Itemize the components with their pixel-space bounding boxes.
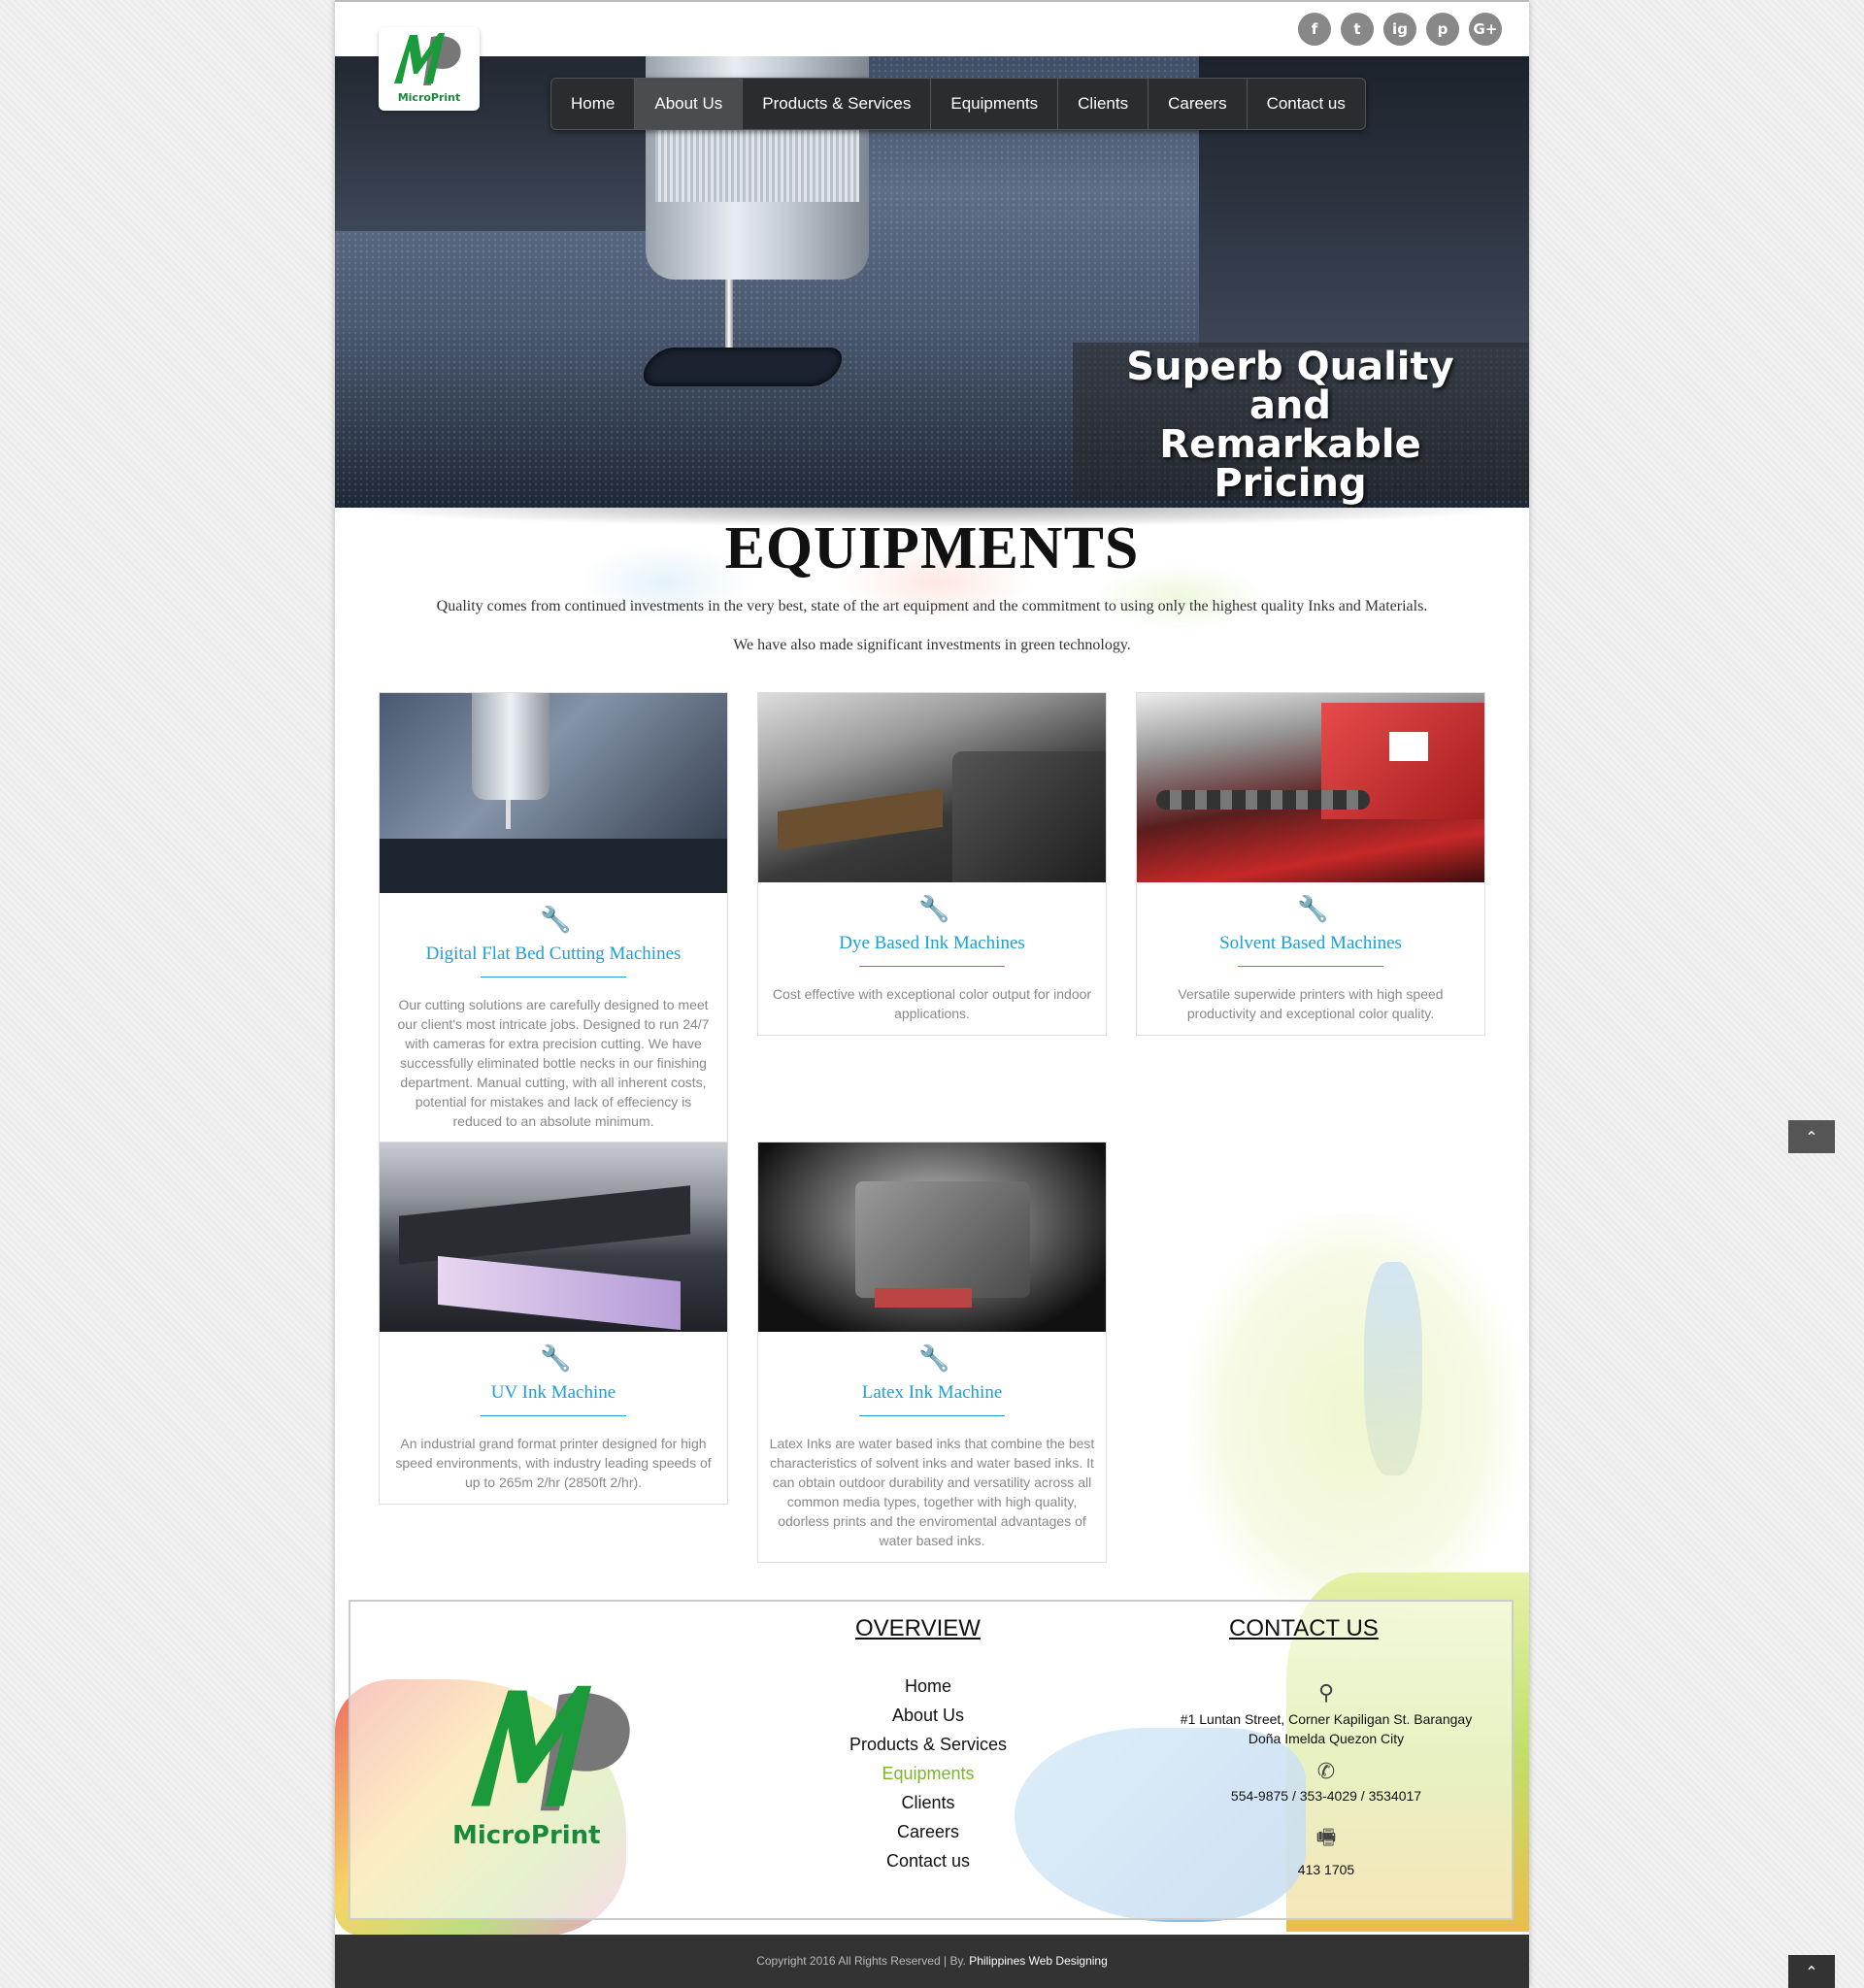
equipment-card[interactable]: 🔧 Dye Based Ink Machines Cost effective …: [757, 692, 1107, 1036]
title-divider: [859, 1415, 1005, 1416]
intro-line-1: Quality comes from continued investments…: [436, 598, 1428, 614]
phone-icon: ✆: [1316, 1760, 1336, 1784]
top-bar: f t ig p G+: [335, 0, 1529, 56]
footer-links: Home About Us Products & Services Equipm…: [816, 1672, 1040, 1875]
footer-overview-title: OVERVIEW: [855, 1615, 981, 1641]
footer-contact: ⚲ #1 Luntan Street, Corner Kapiligan St.…: [1166, 1677, 1486, 1877]
footer-link-careers[interactable]: Careers: [816, 1817, 1040, 1846]
nav-item-home[interactable]: Home: [551, 79, 636, 129]
card-title[interactable]: UV Ink Machine: [380, 1382, 727, 1404]
footer-contact-title: CONTACT US: [1229, 1615, 1379, 1641]
title-divider: [481, 1415, 626, 1416]
footer-link-about[interactable]: About Us: [816, 1701, 1040, 1730]
page-container: f t ig p G+ Superb Quality and Remarkabl…: [335, 0, 1529, 1988]
card-description: Versatile superwide printers with high s…: [1178, 986, 1444, 1021]
card-title[interactable]: Solvent Based Machines: [1137, 933, 1484, 954]
site-logo[interactable]: MicroPrint: [379, 27, 480, 111]
nav-item-clients[interactable]: Clients: [1058, 79, 1149, 129]
location-pin-icon: ⚲: [1317, 1681, 1335, 1706]
card-title[interactable]: Latex Ink Machine: [758, 1382, 1106, 1404]
paint-splash-decor: [1189, 1213, 1519, 1621]
contact-address: #1 Luntan Street, Corner Kapiligan St. B…: [1180, 1711, 1473, 1746]
page-title: EQUIPMENTS: [724, 515, 1140, 581]
footer-link-home[interactable]: Home: [816, 1672, 1040, 1701]
footer: MicroPrint OVERVIEW Home About Us Produc…: [349, 1600, 1514, 1920]
footer-link-products[interactable]: Products & Services: [816, 1730, 1040, 1759]
copyright-text: Copyright 2016 All Rights Reserved | By.: [756, 1954, 966, 1968]
title-divider: [1238, 966, 1383, 967]
equipment-image: [758, 693, 1106, 882]
footer-link-contact[interactable]: Contact us: [816, 1846, 1040, 1875]
card-description: An industrial grand format printer desig…: [395, 1436, 712, 1490]
wrench-icon: 🔧: [540, 906, 572, 935]
footer-link-equipments[interactable]: Equipments: [816, 1759, 1040, 1788]
hero-slot: [636, 348, 849, 386]
google-plus-icon[interactable]: G+: [1469, 13, 1502, 46]
wrench-icon: 🔧: [1297, 895, 1329, 924]
hero-slogan-line1: Superb Quality: [1126, 345, 1454, 389]
equipment-image: [1137, 693, 1484, 882]
card-description: Latex Inks are water based inks that com…: [769, 1436, 1095, 1548]
contact-fax: 413 1705: [1297, 1862, 1355, 1877]
footer-link-clients[interactable]: Clients: [816, 1788, 1040, 1817]
card-title[interactable]: Dye Based Ink Machines: [758, 933, 1106, 954]
equipment-card[interactable]: 🔧 Digital Flat Bed Cutting Machines Our …: [379, 692, 728, 1143]
hero-slogan: Superb Quality and Remarkable Pricing: [1077, 348, 1504, 503]
social-links: f t ig p G+: [1298, 13, 1502, 46]
nav-item-equipments[interactable]: Equipments: [931, 79, 1059, 129]
footer-logo-icon: [471, 1685, 630, 1811]
nav-item-careers[interactable]: Careers: [1148, 79, 1248, 129]
chevron-up-icon: ⌃: [1805, 1962, 1818, 1981]
logo-mp-icon: [394, 33, 461, 85]
copyright-bar: Copyright 2016 All Rights Reserved | By.…: [335, 1935, 1529, 1988]
equipment-image: [380, 693, 727, 893]
facebook-icon[interactable]: f: [1298, 13, 1331, 46]
paint-splash-decor: [1364, 1262, 1422, 1475]
equipment-card[interactable]: 🔧 Solvent Based Machines Versatile super…: [1136, 692, 1485, 1036]
nav-item-products[interactable]: Products & Services: [743, 79, 932, 129]
wrench-icon: 🔧: [540, 1344, 572, 1374]
equipment-image: [758, 1143, 1106, 1332]
main-nav: Home About Us Products & Services Equipm…: [550, 78, 1366, 130]
back-to-top-button[interactable]: ⌃: [1788, 1120, 1835, 1153]
card-description: Cost effective with exceptional color ou…: [772, 986, 1092, 1021]
card-description: Our cutting solutions are carefully desi…: [397, 997, 710, 1129]
instagram-icon[interactable]: ig: [1383, 13, 1416, 46]
equipment-image: [380, 1143, 727, 1332]
nav-item-contact[interactable]: Contact us: [1248, 79, 1365, 129]
logo-brand-text: MicroPrint: [397, 91, 461, 104]
hero-slogan-line2: and: [1248, 383, 1332, 428]
nav-item-about[interactable]: About Us: [635, 79, 744, 129]
footer-brand-text: MicroPrint: [452, 1821, 601, 1850]
hero-needle: [725, 280, 733, 357]
wrench-icon: 🔧: [918, 1344, 950, 1374]
equipment-card[interactable]: 🔧 Latex Ink Machine Latex Inks are water…: [757, 1142, 1107, 1563]
fax-icon: 🖷: [1315, 1826, 1337, 1850]
equipment-card[interactable]: 🔧 UV Ink Machine An industrial grand for…: [379, 1142, 728, 1505]
scroll-top-button[interactable]: ⌃: [1788, 1955, 1835, 1988]
intro-line-2: We have also made significant investment…: [733, 637, 1131, 653]
title-divider: [859, 966, 1005, 967]
wrench-icon: 🔧: [918, 895, 950, 924]
contact-phone: 554-9875 / 353-4029 / 3534017: [1230, 1788, 1422, 1804]
twitter-icon[interactable]: t: [1341, 13, 1374, 46]
hero-slogan-line3: Remarkable Pricing: [1159, 422, 1421, 506]
card-title[interactable]: Digital Flat Bed Cutting Machines: [380, 944, 727, 965]
pinterest-icon[interactable]: p: [1426, 13, 1459, 46]
chevron-up-icon: ⌃: [1805, 1127, 1818, 1146]
copyright-author-link[interactable]: Philippines Web Designing: [969, 1954, 1108, 1968]
